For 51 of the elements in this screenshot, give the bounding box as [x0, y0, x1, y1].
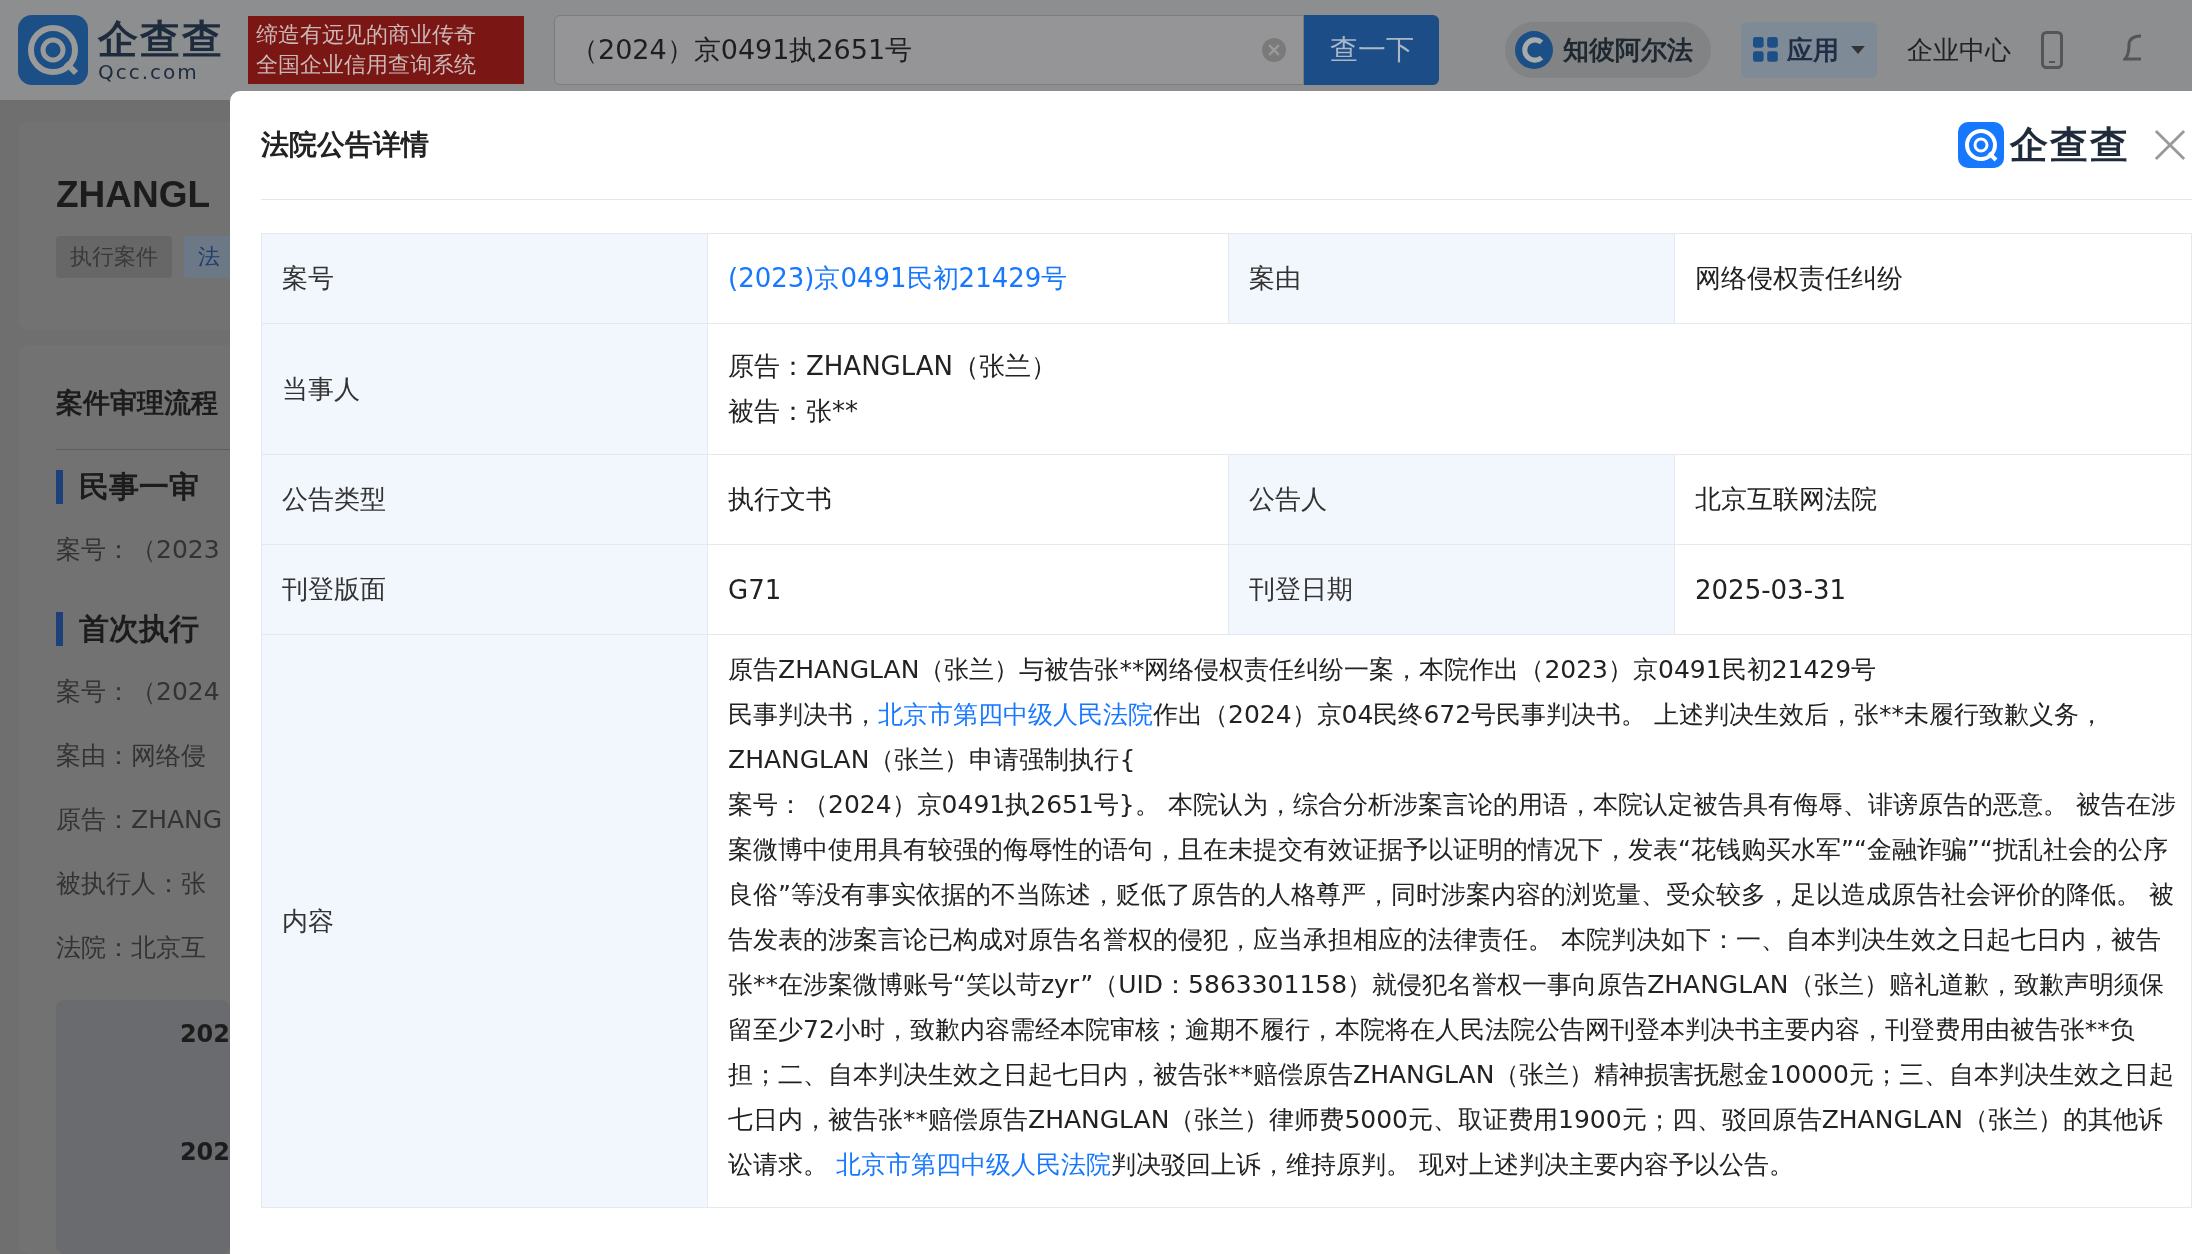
- brand-domain: Qcc.com: [98, 61, 200, 83]
- field-label: 公告人: [1229, 455, 1675, 545]
- close-icon[interactable]: [2154, 129, 2186, 161]
- content-paragraph: 原告ZHANGLAN（张兰）与被告张**网络侵权责任纠纷一案，本院作出（2023）京0491民初21429号: [728, 654, 1878, 686]
- field-value: 2025-03-31: [1695, 574, 1847, 605]
- court-link[interactable]: 北京市第四中级人民法院: [878, 700, 1153, 729]
- field-label: 当事人: [262, 324, 708, 455]
- alpha-button[interactable]: 知彼阿尔法: [1505, 22, 1711, 78]
- dialog-title: 法院公告详情: [261, 127, 429, 163]
- letter-c-icon: [1515, 31, 1553, 69]
- field-value: 被告：张**: [728, 395, 858, 428]
- timeline-date: 202: [179, 1138, 230, 1166]
- phone-icon[interactable]: [2041, 31, 2063, 69]
- brand-name: 企查查: [98, 17, 225, 61]
- tab[interactable]: 法: [184, 236, 230, 278]
- slogan-text: 全国企业信用查询系统: [256, 51, 477, 79]
- caret-icon: [1851, 46, 1865, 54]
- field-label: 案由: [1229, 234, 1675, 324]
- field-label: 公告类型: [262, 455, 708, 545]
- timeline-date: 202: [179, 1020, 230, 1048]
- stage-detail: 被执行人：张: [56, 868, 207, 900]
- slogan-text: 缔造有远见的商业传奇: [256, 21, 477, 49]
- apps-menu-button[interactable]: 应用: [1741, 22, 1877, 78]
- field-value: 网络侵权责任纠纷: [1695, 262, 1903, 295]
- field-label: 内容: [262, 635, 708, 1208]
- field-value: 北京互联网法院: [1695, 483, 1877, 516]
- logo-icon[interactable]: [18, 15, 88, 85]
- field-label: 案号: [262, 234, 708, 324]
- brand-name: 企查查: [2010, 121, 2130, 169]
- field-label: 刊登版面: [262, 545, 708, 635]
- stage-detail: 案由：网络侵: [56, 740, 207, 772]
- field-label: 刊登日期: [1229, 545, 1675, 635]
- stage-detail: 案号：（2024: [56, 676, 221, 708]
- content-paragraph: 民事判决书，北京市第四中级人民法院作出（2024）京04民终672号民事判决书。 上述判决生效后，张**未履行致歉义务，ZHANGLAN（张兰）申请强制执行{: [728, 699, 2106, 776]
- field-value: 原告：ZHANGLAN（张兰）: [728, 350, 1058, 383]
- search-button[interactable]: 查一下: [1304, 15, 1439, 85]
- case-link[interactable]: (2023)京0491民初21429号: [728, 261, 1068, 296]
- logo-icon: [1958, 122, 2004, 168]
- section-title: 案件审理流程: [56, 386, 219, 420]
- company-name: ZHANGL: [56, 174, 211, 216]
- court-link[interactable]: 北京市第四中级人民法院: [835, 1150, 1111, 1179]
- field-value: G71: [728, 574, 782, 605]
- field-value: 执行文书: [728, 483, 832, 516]
- content-paragraph: 案号：（2024）京0491执2651号}。 本院认为，综合分析涉案言论的用语，本院认定被告具有侮辱、诽谤原告的恶意。 被告在涉案微博中使用具有较强的侮辱性的语句，且在未提交有效证据予以证明的情况下，发表“花钱购买水军”“金融诈骗”“扰乱社会的公序良俗”等没有事实依据的不当陈述，贬低了原告的人格尊严，同时涉案内容的浏览量、受众较多，足以造成原告社会评价的降低。 被告发表的涉案言论已构成对原告名誉权的侵犯，应当承担相应的法律责任。 本院判决如下：一、自本判决生效之日起七日内，被告张**在涉案微博账号“笑以苛zyr”（UID：5863301158）就侵犯名誉权一事向原告ZHANGLAN（张兰）赔礼道歉，致歉声明须保留至少72小时，致歉内容需经本院审核；逾期不履行，本院将在人民法院公告网刊登本判决书主要内容，刊登费用由被告张**负担；二、自本判决生效之日起七日内，被告张**赔偿原告ZHANGLAN（张兰）精神损害抚慰金10000元；三、自本判决生效之日起七日内，被告张**赔偿原告ZHANGLAN（张兰）律师费5000元、取证费用1900元；四、驳回原告ZHANGLAN（张兰）的其他诉讼请求。 北京市第四中级人民法院判决驳回上诉，维持原判。 现对上述判决主要内容予以公告。: [728, 789, 2177, 1181]
- stage-detail: 法院：北京互: [56, 932, 207, 964]
- stage-detail: 案号：（2023: [56, 534, 221, 566]
- grid-icon: [1753, 37, 1779, 63]
- search-field[interactable]: （2024）京0491执2651号: [554, 15, 1304, 85]
- stage-detail: 原告：ZHANG: [56, 804, 224, 836]
- clear-icon[interactable]: [1262, 38, 1286, 62]
- nav-link[interactable]: 企业中心: [1907, 32, 2011, 68]
